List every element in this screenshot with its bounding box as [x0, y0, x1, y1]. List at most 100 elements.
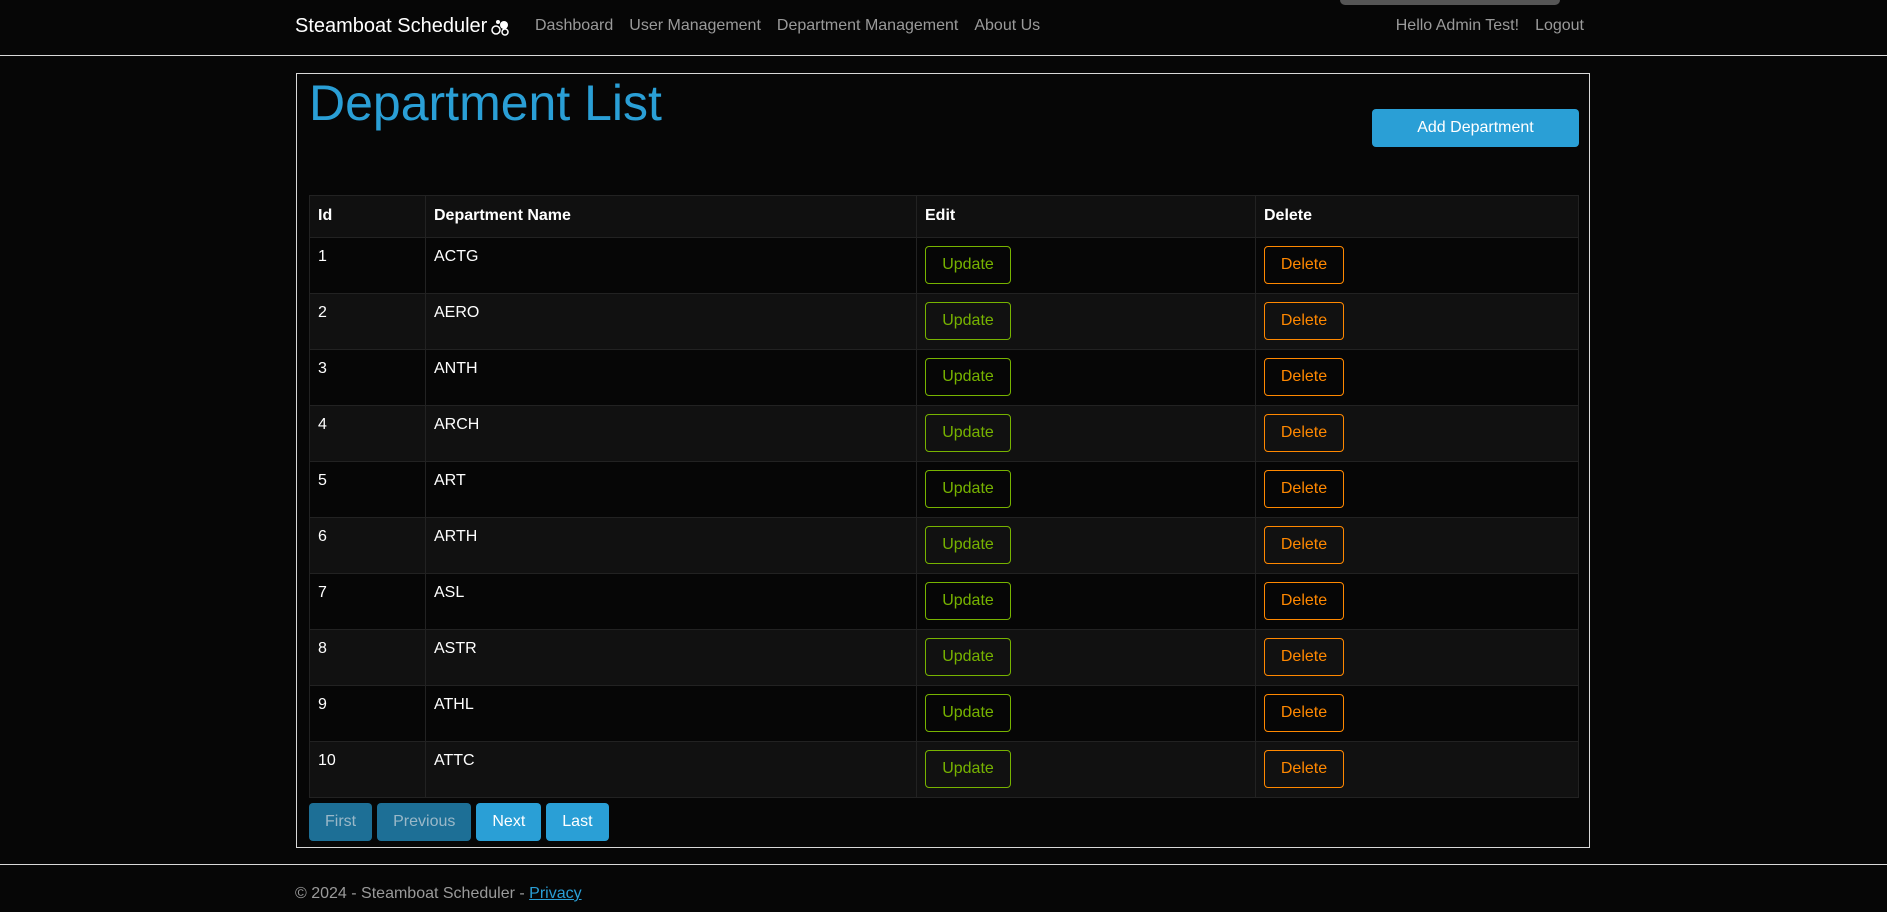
first-page-button[interactable]: First — [309, 803, 373, 841]
header-department-name: Department Name — [425, 195, 917, 238]
cell-department-name: ACTG — [425, 237, 917, 294]
table-row: 3 ANTH Update Delete — [309, 349, 1579, 406]
top-tab — [1340, 0, 1560, 5]
update-button[interactable]: Update — [925, 470, 1011, 508]
delete-button[interactable]: Delete — [1264, 526, 1344, 564]
update-button[interactable]: Update — [925, 246, 1011, 284]
table-row: 6 ARTH Update Delete — [309, 517, 1579, 574]
table-body: 1 ACTG Update Delete 2 AERO Update Delete 3 ANTH U… — [309, 237, 1579, 798]
update-button[interactable]: Update — [925, 358, 1011, 396]
delete-button[interactable]: Delete — [1264, 582, 1344, 620]
cell-department-name: ARCH — [425, 405, 917, 462]
cell-edit: Update — [916, 349, 1256, 406]
cell-department-name: ART — [425, 461, 917, 518]
footer-divider — [0, 864, 1887, 865]
main-container: Department List Add Department Id Depart… — [296, 73, 1590, 848]
cell-edit: Update — [916, 741, 1256, 798]
logout-link[interactable]: Logout — [1535, 17, 1584, 35]
cell-delete: Delete — [1255, 741, 1579, 798]
cell-edit: Update — [916, 237, 1256, 294]
next-page-button[interactable]: Next — [476, 803, 542, 841]
steamboat-logo-icon — [491, 19, 510, 36]
nav-user-management[interactable]: User Management — [629, 17, 761, 35]
cell-id: 10 — [309, 741, 426, 798]
update-button[interactable]: Update — [925, 302, 1011, 340]
cell-department-name: ANTH — [425, 349, 917, 406]
last-page-button[interactable]: Last — [546, 803, 609, 841]
cell-delete: Delete — [1255, 237, 1579, 294]
table-row: 10 ATTC Update Delete — [309, 741, 1579, 798]
cell-delete: Delete — [1255, 517, 1579, 574]
cell-id: 2 — [309, 293, 426, 350]
table-row: 7 ASL Update Delete — [309, 573, 1579, 630]
cell-delete: Delete — [1255, 461, 1579, 518]
update-button[interactable]: Update — [925, 694, 1011, 732]
table-row: 8 ASTR Update Delete — [309, 629, 1579, 686]
table-row: 1 ACTG Update Delete — [309, 237, 1579, 294]
table-row: 5 ART Update Delete — [309, 461, 1579, 518]
delete-button[interactable]: Delete — [1264, 246, 1344, 284]
cell-edit: Update — [916, 461, 1256, 518]
cell-id: 3 — [309, 349, 426, 406]
cell-delete: Delete — [1255, 293, 1579, 350]
brand-link[interactable]: Steamboat Scheduler — [295, 15, 511, 38]
delete-button[interactable]: Delete — [1264, 638, 1344, 676]
navbar: Steamboat Scheduler Dashboard User Manag… — [0, 0, 1887, 56]
add-department-button[interactable]: Add Department — [1372, 109, 1579, 147]
update-button[interactable]: Update — [925, 414, 1011, 452]
delete-button[interactable]: Delete — [1264, 750, 1344, 788]
cell-department-name: ATHL — [425, 685, 917, 742]
header-id: Id — [309, 195, 426, 238]
cell-id: 4 — [309, 405, 426, 462]
cell-edit: Update — [916, 293, 1256, 350]
cell-id: 1 — [309, 237, 426, 294]
update-button[interactable]: Update — [925, 582, 1011, 620]
update-button[interactable]: Update — [925, 526, 1011, 564]
privacy-link[interactable]: Privacy — [529, 885, 581, 902]
nav-links: Dashboard User Management Department Man… — [535, 17, 1040, 35]
table-row: 9 ATHL Update Delete — [309, 685, 1579, 742]
cell-edit: Update — [916, 573, 1256, 630]
table-row: 4 ARCH Update Delete — [309, 405, 1579, 462]
nav-about-us[interactable]: About Us — [974, 17, 1040, 35]
cell-edit: Update — [916, 405, 1256, 462]
cell-delete: Delete — [1255, 629, 1579, 686]
user-greeting[interactable]: Hello Admin Test! — [1396, 17, 1519, 35]
delete-button[interactable]: Delete — [1264, 470, 1344, 508]
pagination: First Previous Next Last — [309, 803, 609, 841]
table-header-row: Id Department Name Edit Delete — [309, 195, 1579, 238]
header-delete: Delete — [1255, 195, 1579, 238]
cell-id: 7 — [309, 573, 426, 630]
nav-user-area: Hello Admin Test! Logout — [1396, 17, 1584, 35]
cell-delete: Delete — [1255, 405, 1579, 462]
update-button[interactable]: Update — [925, 638, 1011, 676]
cell-department-name: ASL — [425, 573, 917, 630]
cell-edit: Update — [916, 685, 1256, 742]
footer: © 2024 - Steamboat Scheduler - Privacy — [295, 885, 582, 903]
cell-edit: Update — [916, 517, 1256, 574]
page-title: Department List — [309, 75, 662, 131]
header-edit: Edit — [916, 195, 1256, 238]
cell-id: 5 — [309, 461, 426, 518]
footer-copyright: © 2024 - Steamboat Scheduler - — [295, 885, 530, 902]
update-button[interactable]: Update — [925, 750, 1011, 788]
cell-delete: Delete — [1255, 573, 1579, 630]
table-row: 2 AERO Update Delete — [309, 293, 1579, 350]
brand-name: Steamboat Scheduler — [295, 15, 488, 37]
cell-department-name: ATTC — [425, 741, 917, 798]
nav-dashboard[interactable]: Dashboard — [535, 17, 613, 35]
department-table: Id Department Name Edit Delete 1 ACTG Upda… — [309, 195, 1579, 798]
cell-delete: Delete — [1255, 685, 1579, 742]
delete-button[interactable]: Delete — [1264, 694, 1344, 732]
cell-department-name: AERO — [425, 293, 917, 350]
cell-id: 6 — [309, 517, 426, 574]
previous-page-button[interactable]: Previous — [377, 803, 472, 841]
cell-id: 9 — [309, 685, 426, 742]
nav-department-management[interactable]: Department Management — [777, 17, 958, 35]
cell-department-name: ARTH — [425, 517, 917, 574]
cell-delete: Delete — [1255, 349, 1579, 406]
delete-button[interactable]: Delete — [1264, 302, 1344, 340]
delete-button[interactable]: Delete — [1264, 358, 1344, 396]
cell-id: 8 — [309, 629, 426, 686]
delete-button[interactable]: Delete — [1264, 414, 1344, 452]
